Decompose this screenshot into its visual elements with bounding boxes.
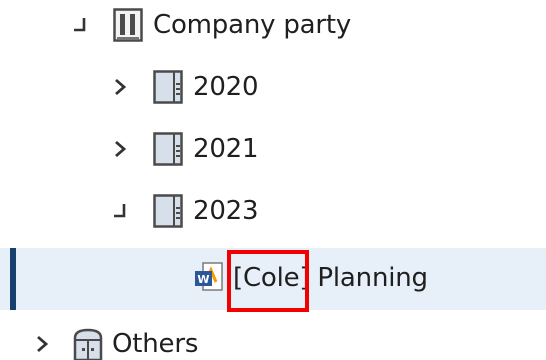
- collapse-arrow-icon[interactable]: [70, 15, 90, 35]
- selection-indicator: [10, 248, 16, 310]
- tree-item-label: Others: [112, 329, 199, 359]
- chevron-right-icon[interactable]: [110, 139, 130, 159]
- tree-item-2020[interactable]: 2020: [0, 56, 546, 118]
- folder-icon: [153, 132, 183, 166]
- tree-item-label: 2020: [193, 72, 259, 102]
- folder-icon: [153, 194, 183, 228]
- chevron-right-icon[interactable]: [110, 77, 130, 97]
- highlight-box: [227, 250, 309, 312]
- chevron-right-icon[interactable]: [32, 334, 52, 354]
- collapse-arrow-icon[interactable]: [110, 201, 130, 221]
- binder-icon: [113, 8, 143, 42]
- document-tree: Company party 2020 2021 2023 W [Cole] Pl…: [0, 0, 546, 360]
- tree-item-company-party[interactable]: Company party: [0, 0, 546, 56]
- cabinet-icon: [73, 328, 103, 360]
- word-document-icon: W: [195, 262, 223, 291]
- folder-icon: [153, 70, 183, 104]
- tree-item-label: Company party: [153, 10, 352, 40]
- tree-item-2021[interactable]: 2021: [0, 118, 546, 180]
- tree-item-label: 2021: [193, 134, 259, 164]
- tree-item-others[interactable]: Others: [0, 312, 546, 360]
- tree-item-label: 2023: [193, 196, 259, 226]
- svg-text:W: W: [197, 273, 209, 286]
- tree-item-2023[interactable]: 2023: [0, 180, 546, 242]
